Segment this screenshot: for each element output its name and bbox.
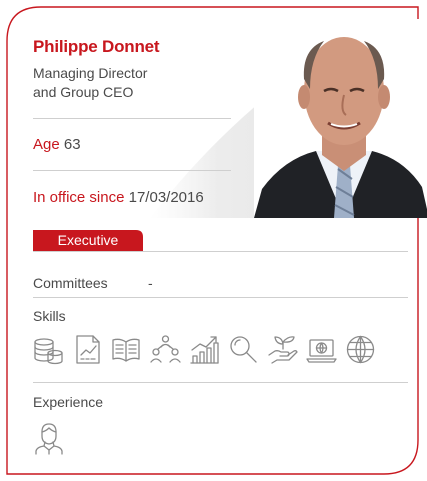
globe-icon (346, 335, 375, 364)
hand-plant-icon (268, 336, 298, 364)
divider (33, 382, 408, 383)
executive-tag: Executive (57, 232, 119, 248)
divider (33, 251, 408, 252)
role-line-1: Managing Director (33, 65, 148, 81)
divider (33, 170, 231, 171)
office-row: In office since 17/03/2016 (33, 189, 204, 206)
age-row: Age 63 (33, 136, 81, 153)
coins-icon (34, 338, 63, 365)
age-value: 63 (63, 136, 81, 153)
laptop-globe-icon (306, 339, 337, 363)
experience-label: Experience (33, 394, 104, 410)
person-role: Managing Director and Group CEO (33, 64, 147, 102)
office-value: 17/03/2016 (128, 189, 204, 206)
office-label: In office since (33, 189, 125, 206)
divider (33, 297, 408, 298)
committees-label: Committees (33, 275, 108, 291)
growth-chart-icon (190, 336, 219, 364)
committees-value: - (148, 275, 153, 291)
magnifier-icon (230, 336, 257, 363)
team-network-icon (150, 335, 181, 363)
divider (33, 118, 231, 119)
person-name: Philippe Donnet (33, 37, 160, 56)
portrait-photo (254, 19, 427, 218)
financial-report-icon (76, 335, 100, 364)
role-line-2: and Group CEO (33, 84, 134, 100)
person-portrait-icon (35, 423, 63, 455)
skills-label: Skills (33, 308, 66, 324)
open-book-icon (112, 338, 140, 362)
age-label: Age (33, 136, 60, 153)
